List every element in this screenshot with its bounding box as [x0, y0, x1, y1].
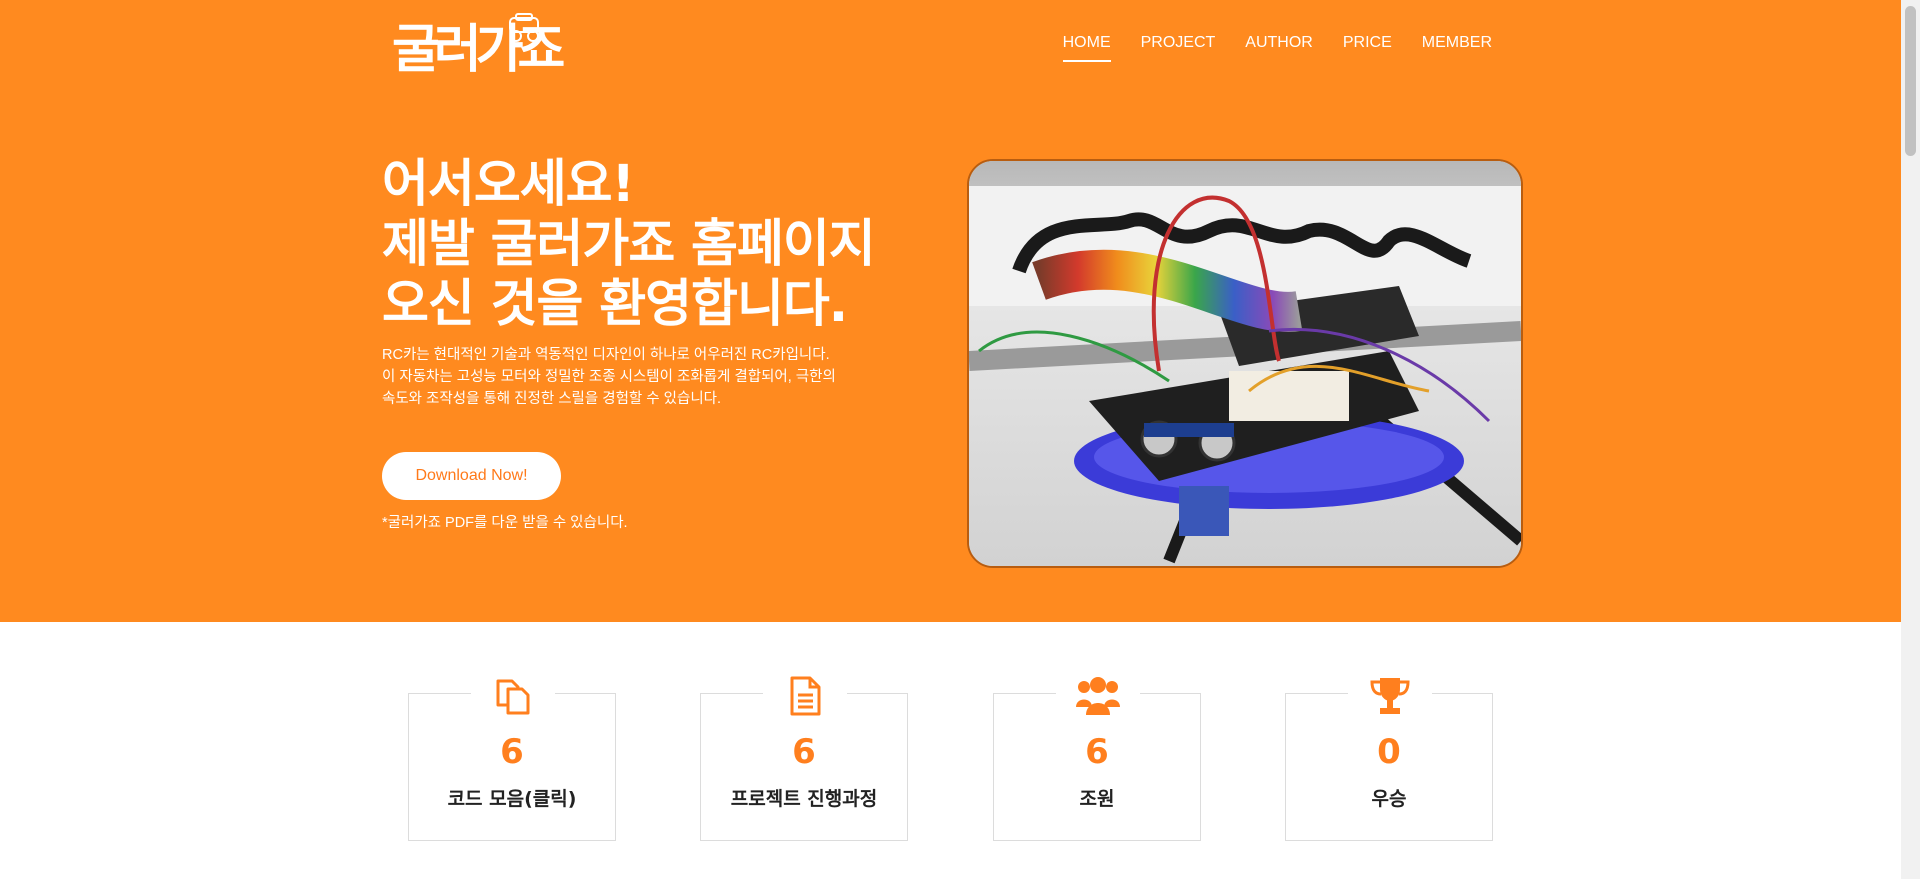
document-icon — [763, 672, 847, 720]
download-button[interactable]: Download Now! — [382, 452, 561, 500]
stat-label: 우승 — [1371, 788, 1407, 810]
stat-label: 프로젝트 진행과정 — [730, 788, 878, 810]
page-scrollbar[interactable] — [1901, 0, 1920, 879]
users-icon — [1056, 672, 1140, 720]
car-icon — [509, 13, 539, 42]
scrollbar-thumb[interactable] — [1905, 6, 1916, 156]
rc-car-image — [969, 161, 1521, 566]
main-nav: HOME PROJECT AUTHOR PRICE MEMBER — [1062, 34, 1492, 62]
description-line-2: 이 자동차는 고성능 모터와 정밀한 조종 시스템이 조화롭게 결합되어, 극한… — [382, 369, 836, 385]
stat-card-progress[interactable]: 6 프로젝트 진행과정 — [700, 672, 908, 841]
hero-description: RC카는 현대적인 기술과 역동적인 디자인이 하나로 어우러진 RC카입니다.… — [382, 344, 942, 410]
stats-section: 6 코드 모음(클릭) 6 프로젝트 진행과정 6 조원 0 우승 — [0, 672, 1901, 879]
hero-section: 굴러가죠 HOME PROJECT AUTHOR PRICE MEMBER 어서… — [0, 0, 1901, 622]
headline-line-1: 어서오세요! — [382, 155, 635, 214]
nav-home[interactable]: HOME — [1062, 34, 1111, 62]
stat-value: 6 — [1085, 732, 1109, 772]
description-line-3: 속도와 조작성을 통해 진정한 스릴을 경험할 수 있습니다. — [382, 391, 722, 407]
stat-card-wins[interactable]: 0 우승 — [1285, 672, 1493, 841]
site-logo[interactable]: 굴러가죠 — [392, 12, 602, 80]
hero-headline: 어서오세요! 제발 굴러가죠 홈페이지 오신 것을 환영합니다. — [382, 155, 876, 335]
stat-card-members[interactable]: 6 조원 — [993, 672, 1201, 841]
nav-project[interactable]: PROJECT — [1141, 34, 1216, 62]
stat-value: 6 — [500, 732, 524, 772]
files-icon — [471, 672, 555, 720]
rc-car-photo — [967, 159, 1523, 568]
description-line-1: RC카는 현대적인 기술과 역동적인 디자인이 하나로 어우러진 RC카입니다. — [382, 347, 830, 363]
stat-value: 6 — [792, 732, 816, 772]
stat-value: 0 — [1377, 732, 1401, 772]
headline-line-2: 제발 굴러가죠 홈페이지 — [382, 215, 876, 274]
nav-member[interactable]: MEMBER — [1422, 34, 1492, 62]
nav-price[interactable]: PRICE — [1343, 34, 1392, 62]
headline-line-3: 오신 것을 환영합니다. — [382, 275, 848, 334]
stat-card-code[interactable]: 6 코드 모음(클릭) — [408, 672, 616, 841]
nav-author[interactable]: AUTHOR — [1245, 34, 1313, 62]
trophy-icon — [1348, 672, 1432, 720]
stat-label: 코드 모음(클릭) — [447, 788, 577, 810]
stat-label: 조원 — [1079, 788, 1115, 810]
pdf-note: *굴러가죠 PDF를 다운 받을 수 있습니다. — [382, 515, 628, 531]
